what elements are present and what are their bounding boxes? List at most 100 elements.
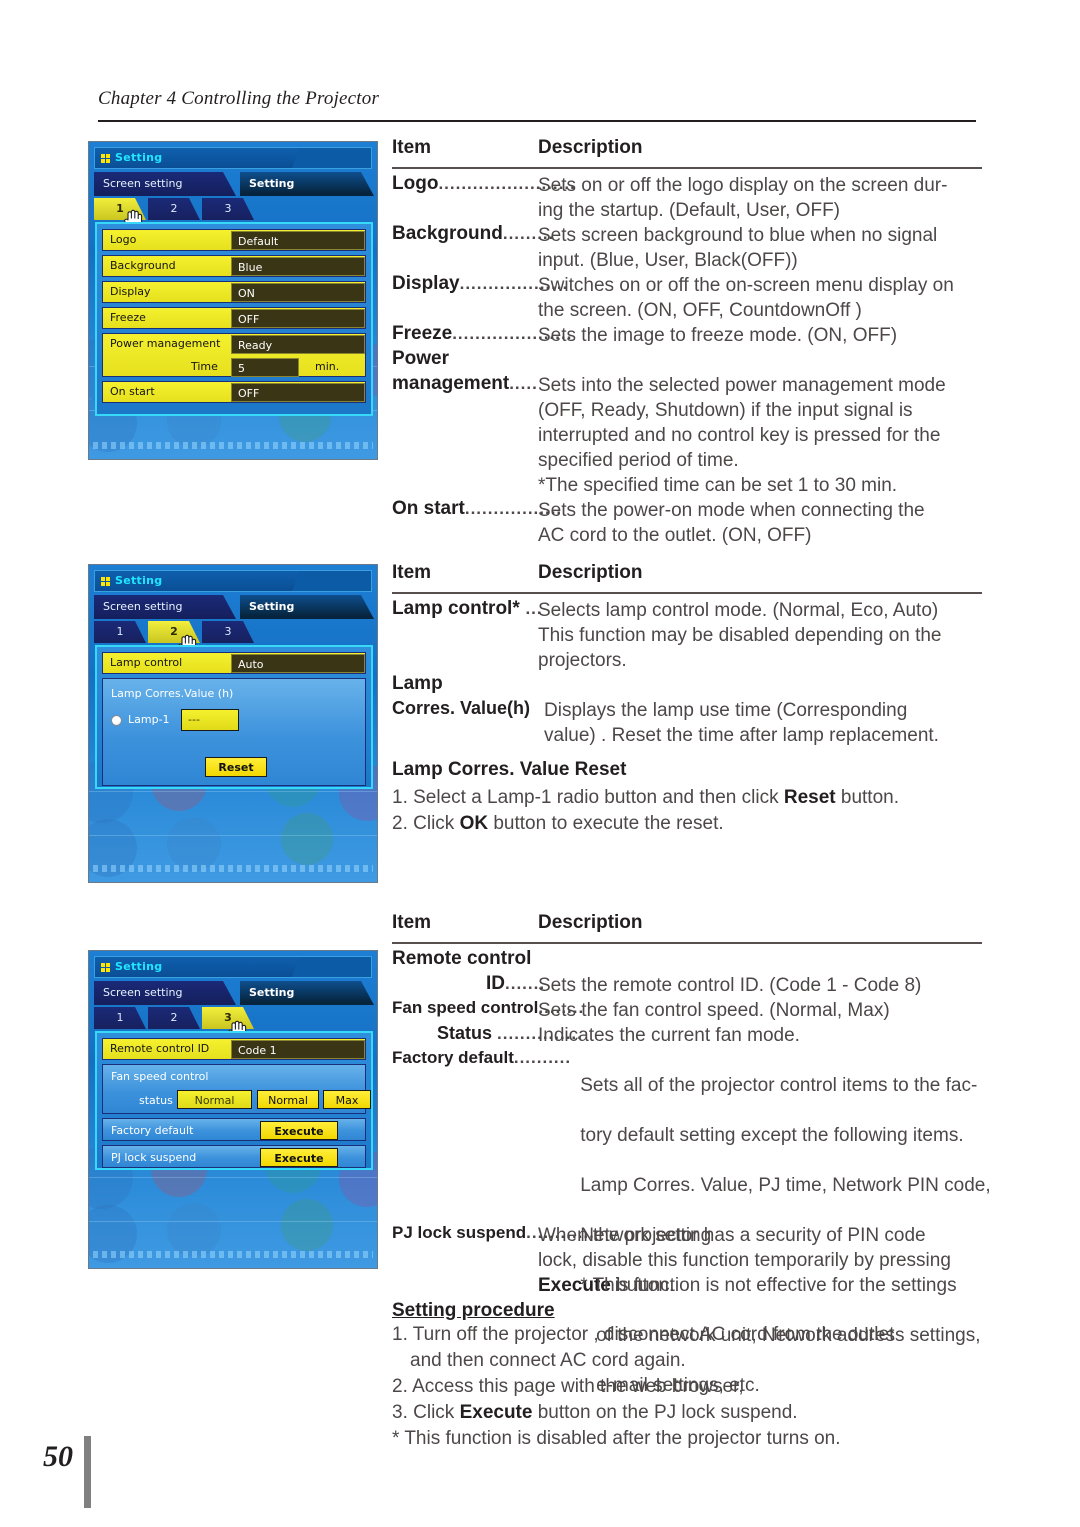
row-remote-control-id[interactable]: Remote control ID Code 1: [102, 1038, 366, 1060]
lamp1-value-field[interactable]: ---: [181, 709, 239, 731]
item-text: ID: [486, 973, 505, 994]
table-1-row-1-desc: Sets screen background to blue when no s…: [538, 223, 982, 273]
table-row: Display................... Switches on o…: [392, 273, 982, 323]
titlebar-corner: [251, 148, 371, 168]
row-lamp-control[interactable]: Lamp control Auto: [102, 652, 366, 674]
row-on-start-value[interactable]: OFF: [231, 383, 365, 402]
pj-lock-suspend-execute-button[interactable]: Execute: [260, 1148, 338, 1167]
reset-button[interactable]: Reset: [205, 757, 267, 777]
tab-screen-setting[interactable]: Screen setting: [94, 172, 236, 196]
desc-line: When the projector has a security of PIN…: [538, 1225, 926, 1246]
row-on-start[interactable]: On start OFF: [102, 381, 366, 403]
desc-line: Sets into the selected power management …: [538, 375, 946, 396]
fan-speed-control-box: Fan speed control status Normal Normal M…: [102, 1064, 371, 1114]
desc-line: * This function is not effective for the…: [580, 1275, 957, 1296]
table-1-row-6-desc: Sets the power-on mode when connecting t…: [538, 498, 982, 548]
lamp1-label: Lamp-1: [128, 713, 170, 726]
table-2-body: Lamp control* ... Selects lamp control m…: [392, 598, 982, 837]
tab-setting[interactable]: Setting: [240, 595, 374, 619]
subtab-1[interactable]: 1: [94, 198, 146, 220]
step-prefix: 2. Click: [392, 813, 460, 834]
desc-line: Sets the power-on mode when connecting t…: [538, 500, 925, 521]
row-display[interactable]: Display ON: [102, 281, 366, 303]
tab-screen-setting[interactable]: Screen setting: [94, 981, 236, 1005]
subtab-3[interactable]: 3: [202, 198, 254, 220]
fan-speed-control-label: Fan speed control: [111, 1070, 209, 1083]
row-display-value[interactable]: ON: [231, 283, 365, 302]
subtab-3[interactable]: 3: [202, 1007, 254, 1029]
sub-tab-row: 1 2 3: [94, 1007, 372, 1029]
item-text: PJ lock suspend: [392, 1223, 527, 1242]
desc-line: Sets the fan control speed. (Normal, Max…: [538, 1000, 890, 1021]
subtab-1-label: 1: [116, 1011, 124, 1024]
subtab-2-label: 2: [170, 1011, 178, 1024]
lamp1-radio-button[interactable]: [111, 715, 122, 726]
subtab-1-label: 1: [116, 202, 124, 215]
item-text: management: [392, 373, 510, 394]
row-background[interactable]: Background Blue: [102, 255, 366, 277]
fan-status-label: status: [139, 1094, 173, 1107]
setting-form-2: Lamp control Auto Lamp Corres.Value (h) …: [95, 645, 373, 789]
table-row: management..... Sets into the selected p…: [392, 373, 982, 498]
item-text: Freeze: [392, 323, 453, 344]
setting-form-1: Logo Default Background Blue Display ON …: [95, 222, 373, 416]
table-row: Background......... Sets screen backgrou…: [392, 223, 982, 273]
lamp-reset-block: Lamp Corres. Value Reset 1. Select a Lam…: [392, 759, 982, 837]
subtab-3[interactable]: 3: [202, 621, 254, 643]
row-background-label: Background: [110, 259, 176, 272]
subtab-2[interactable]: 2: [148, 621, 200, 643]
step-suffix: button.: [835, 787, 899, 808]
desc-line: input. (Blue, User, Black(OFF)): [538, 250, 798, 271]
desc-line: value) . Reset the time after lamp repla…: [544, 725, 939, 746]
fan-speed-max-button[interactable]: Max: [323, 1090, 371, 1109]
table-3-body: Remote control ID....... Sets the remote…: [392, 948, 991, 1452]
row-power-management[interactable]: Power management Ready Time 5 min.: [102, 333, 366, 377]
table-3-item-header: Item: [392, 912, 432, 933]
row-background-value[interactable]: Blue: [231, 257, 365, 276]
row-remote-control-id-value[interactable]: Code 1: [231, 1040, 365, 1059]
row-freeze[interactable]: Freeze OFF: [102, 307, 366, 329]
subtab-3-label: 3: [224, 1011, 232, 1024]
table-row: Freeze..................... Sets the ima…: [392, 323, 982, 348]
fan-speed-normal-button[interactable]: Normal: [257, 1090, 319, 1109]
desc-line: Indicates the current fan mode.: [538, 1025, 800, 1046]
row-power-management-value[interactable]: Ready: [231, 335, 365, 354]
procedure-note: * This function is disabled after the pr…: [392, 1428, 841, 1449]
subtab-2[interactable]: 2: [148, 1007, 200, 1029]
reference-table-2: Item Description Lamp control* ... Selec…: [392, 562, 982, 834]
row-power-management-label: Power management: [110, 337, 221, 350]
tab-setting[interactable]: Setting: [240, 981, 374, 1005]
row-logo-value[interactable]: Default: [231, 231, 365, 250]
page-number: 50: [43, 1440, 73, 1473]
row-logo[interactable]: Logo Default: [102, 229, 366, 251]
table-2-description-header: Description: [538, 562, 643, 583]
desc-line: Sets all of the projector control items …: [580, 1075, 978, 1096]
desc-line: lock, disable this function temporarily …: [538, 1250, 951, 1271]
lamp-reset-step-2: 2. Click OK button to execute the reset.: [392, 811, 982, 837]
tab-setting[interactable]: Setting: [240, 172, 374, 196]
row-freeze-value[interactable]: OFF: [231, 309, 365, 328]
row-time-value[interactable]: 5: [231, 358, 299, 377]
subtab-2[interactable]: 2: [148, 198, 200, 220]
factory-default-execute-button[interactable]: Execute: [260, 1121, 338, 1140]
table-1-row-2-desc: Switches on or off the on-screen menu di…: [538, 273, 982, 323]
table-1-row-5-desc: Sets into the selected power management …: [538, 373, 982, 498]
desc-line: projectors.: [538, 650, 627, 671]
table-1-row-6-item: On start.................: [392, 498, 562, 520]
desc-line: e-mail settings, etc.: [580, 1375, 760, 1396]
row-lamp-control-value[interactable]: Auto: [231, 654, 365, 673]
table-row: Corres. Value(h) Displays the lamp use t…: [392, 698, 982, 753]
desc-line: *The specified time can be set 1 to 30 m…: [538, 475, 898, 496]
subtab-1[interactable]: 1: [94, 621, 146, 643]
desc-line: AC cord to the outlet. (ON, OFF): [538, 525, 812, 546]
grid-dots-icon: [101, 963, 110, 972]
desc-line: Switches on or off the on-screen menu di…: [538, 275, 954, 296]
tab-screen-setting[interactable]: Screen setting: [94, 595, 236, 619]
table-row: Factory default.......... Sets all of th…: [392, 1048, 991, 1396]
subtab-1[interactable]: 1: [94, 1007, 146, 1029]
row-on-start-label: On start: [110, 385, 155, 398]
titlebar-corner: [251, 571, 371, 591]
table-3-row-0-item: Remote control: [392, 948, 532, 969]
table-1-row-3-desc: Sets the image to freeze mode. (ON, OFF): [538, 323, 982, 348]
subtab-2-label: 2: [170, 625, 178, 638]
